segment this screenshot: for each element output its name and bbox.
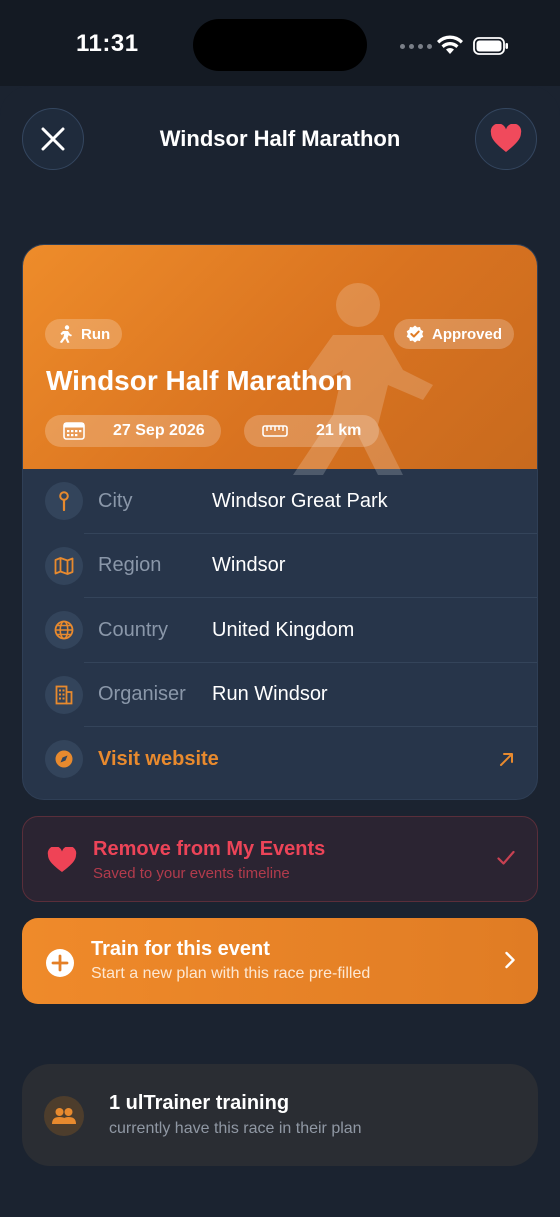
detail-label: City: [98, 489, 133, 512]
trainers-count-card: 1 ulTrainer training currently have this…: [22, 1064, 538, 1166]
status-label: Approved: [432, 325, 503, 343]
globe-icon: [45, 611, 83, 650]
building-icon: [45, 675, 83, 714]
detail-row-region: Region Windsor: [23, 534, 537, 598]
detail-label: Region: [98, 554, 162, 577]
dynamic-island: [193, 19, 367, 71]
trainers-subtitle: currently have this race in their plan: [109, 1120, 362, 1137]
remove-title: Remove from My Events: [93, 838, 326, 860]
event-hero: Run Approved Windsor Half Marathon 27 Se…: [23, 245, 537, 475]
train-title: Train for this event: [91, 938, 270, 960]
event-distance: 21 km: [316, 422, 362, 439]
verified-check-icon: [406, 325, 424, 343]
distance-chip: 21 km: [244, 415, 380, 447]
date-chip: 27 Sep 2026: [45, 415, 221, 447]
chevron-right-icon: [505, 951, 515, 969]
detail-value: Windsor Great Park: [212, 489, 388, 512]
train-subtitle: Start a new plan with this race pre-fill…: [91, 965, 371, 982]
ruler-icon: [262, 425, 288, 437]
people-icon: [44, 1096, 84, 1136]
map-pin-icon: [45, 482, 83, 521]
external-link-arrow-icon: [500, 753, 513, 767]
sport-label: Run: [81, 325, 111, 343]
checkmark-icon: [497, 850, 515, 865]
status-bar: 11:31: [0, 0, 560, 86]
visit-website-link[interactable]: Visit website: [23, 727, 537, 792]
status-badge: Approved: [394, 319, 515, 349]
detail-value: Run Windsor: [212, 683, 328, 706]
heart-icon: [47, 847, 77, 872]
compass-icon: [45, 740, 83, 779]
detail-label: Country: [98, 618, 169, 641]
event-details-list: City Windsor Great Park Region Windsor C…: [23, 469, 537, 792]
event-card: Run Approved Windsor Half Marathon 27 Se…: [22, 244, 538, 800]
event-name: Windsor Half Marathon: [46, 365, 353, 396]
detail-row-country: Country United Kingdom: [23, 598, 537, 663]
runner-icon: [59, 325, 72, 343]
detail-row-city: City Windsor Great Park: [23, 469, 537, 534]
page-title: Windsor Half Marathon: [159, 126, 401, 151]
sport-chip: Run: [45, 319, 123, 349]
event-detail-sheet: Windsor Half Marathon Run Approved Winds…: [0, 86, 560, 1217]
trainers-title: 1 ulTrainer training: [109, 1092, 290, 1114]
close-icon: [41, 127, 65, 151]
close-button[interactable]: [22, 108, 84, 170]
status-time: 11:31: [76, 30, 139, 57]
detail-value: United Kingdom: [212, 618, 355, 641]
map-icon: [45, 546, 83, 585]
remove-subtitle: Saved to your events timeline: [93, 865, 290, 882]
favorite-button[interactable]: [475, 108, 537, 170]
visit-website-label: Visit website: [98, 747, 219, 770]
calendar-icon: [63, 422, 85, 440]
heart-icon: [490, 124, 522, 152]
wifi-icon: [437, 35, 463, 54]
train-for-event-button[interactable]: Train for this event Start a new plan wi…: [22, 918, 538, 1004]
detail-row-organiser: Organiser Run Windsor: [23, 663, 537, 727]
remove-from-my-events-button[interactable]: Remove from My Events Saved to your even…: [22, 816, 538, 902]
event-date: 27 Sep 2026: [113, 422, 205, 439]
detail-label: Organiser: [98, 683, 186, 706]
battery-icon: [473, 37, 508, 55]
cellular-signal-icon: [400, 44, 432, 49]
detail-value: Windsor: [212, 554, 286, 577]
plus-circle-icon: [46, 949, 74, 977]
